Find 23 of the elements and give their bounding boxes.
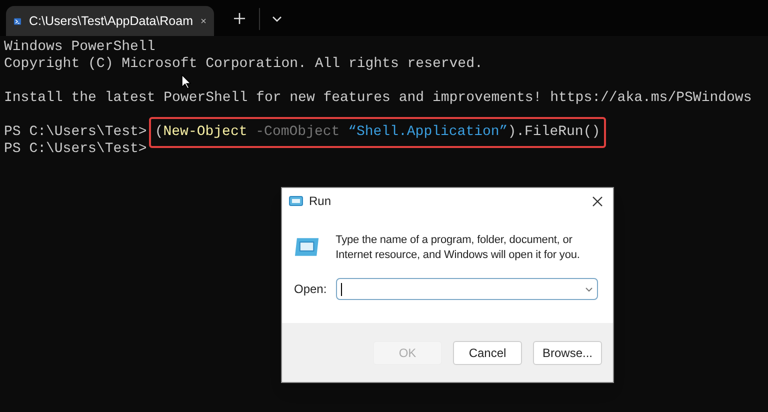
terminal-tab[interactable]: C:\Users\Test\AppData\Roam	[6, 6, 214, 36]
command-token: New-Object	[163, 124, 248, 140]
command-token: ).FileRun()	[508, 124, 600, 140]
terminal-line: Install the latest PowerShell for new features and improvements! https://aka.ms/PSWindows	[4, 90, 752, 107]
command-token: (	[154, 124, 164, 140]
run-icon	[294, 237, 320, 257]
new-tab-icon[interactable]	[234, 13, 245, 24]
dialog-button[interactable]: Cancel	[453, 340, 522, 364]
command-token: “Shell.Application”	[348, 124, 508, 140]
dialog-title: Run	[309, 193, 332, 210]
close-icon[interactable]	[592, 196, 603, 206]
terminal-line: Copyright (C) Microsoft Corporation. All rights reserved.	[4, 56, 483, 73]
tab-title: C:\Users\Test\AppData\Roam	[29, 12, 193, 30]
open-field[interactable]	[336, 278, 598, 300]
mouse-pointer-icon	[181, 74, 191, 89]
dialog-message: Type the name of a program, folder, document, or Internet resource, and Windows will open it for you.	[336, 233, 581, 263]
command-token: -ComObject	[256, 124, 340, 140]
dialog-button[interactable]: Browse...	[533, 340, 602, 364]
prompt: PS C:\Users\Test>	[4, 141, 147, 158]
prompt: PS C:\Users\Test>	[4, 124, 147, 141]
run-icon	[289, 196, 303, 206]
close-icon[interactable]	[200, 16, 206, 26]
terminal-line: Windows PowerShell	[4, 39, 156, 56]
